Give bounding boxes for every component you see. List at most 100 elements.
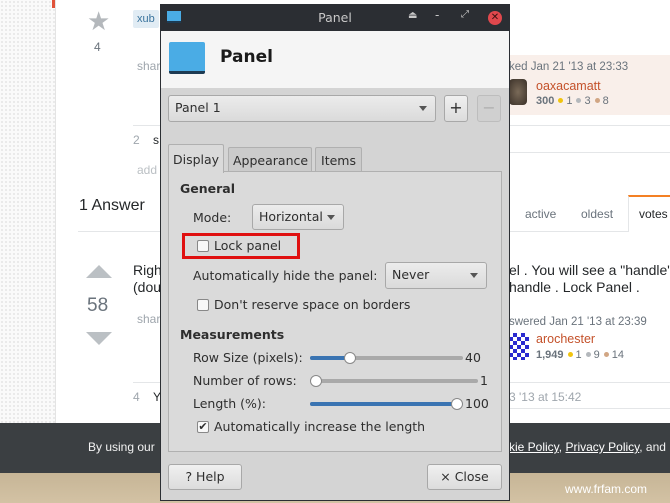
bronze-badges: 8 (602, 95, 609, 107)
divider (509, 231, 628, 232)
autohide-select[interactable]: Never (385, 262, 487, 289)
gold-badges: 1 (575, 349, 582, 361)
tag[interactable]: xub (133, 10, 159, 28)
dialog-header: Panel (161, 31, 509, 88)
auto-length-checkbox[interactable]: ✔ (197, 421, 209, 433)
help-button[interactable]: ? Help (168, 464, 242, 490)
divider (509, 152, 670, 153)
length-slider[interactable] (310, 398, 463, 410)
comment-text: s (153, 133, 159, 147)
answerer-avatar[interactable] (509, 333, 529, 360)
sort-tab-active[interactable]: active (525, 207, 556, 221)
autohide-label: Automatically hide the panel: (193, 268, 378, 283)
cookie-text: By using our (88, 440, 155, 454)
comment-votes: 2 (133, 133, 140, 147)
chevron-down-icon (470, 273, 478, 278)
divider (509, 125, 670, 126)
answer-text-left-1: Righ (133, 262, 162, 278)
divider (509, 408, 670, 409)
asked-card: ked Jan 21 '13 at 23:33 oaxacamatt 300 1 3… (509, 55, 670, 115)
cookie-tail: , and (639, 440, 666, 454)
sort-tab-label: votes (639, 207, 668, 221)
add-panel-button[interactable]: + (444, 95, 468, 122)
sort-tab-oldest[interactable]: oldest (581, 207, 613, 221)
answerer-reputation: 1,949 1 9 14 (536, 349, 624, 361)
silver-badges: 3 (584, 95, 591, 107)
answer-text-right-1: el . You will see a "handle" (509, 262, 670, 278)
chevron-down-icon (327, 215, 335, 220)
divider (78, 231, 160, 232)
rows-value: 1 (480, 373, 488, 388)
panel-icon (169, 42, 205, 74)
lock-panel-label[interactable]: Lock panel (214, 238, 281, 253)
chevron-down-icon (419, 106, 427, 111)
answer-text-left-2: (dou (133, 279, 162, 295)
mode-label: Mode: (193, 210, 232, 225)
rows-label: Number of rows: (193, 373, 297, 388)
shade-icon[interactable]: ⏏ (408, 10, 417, 21)
mode-select[interactable]: Horizontal (252, 204, 344, 230)
maximize-icon[interactable]: ⤢ (461, 9, 469, 20)
answer-text-right-2: handle . Lock Panel . (509, 279, 640, 295)
reserve-space-label[interactable]: Don't reserve space on borders (214, 297, 410, 312)
measurements-heading: Measurements (180, 327, 285, 342)
answerer-name[interactable]: arochester (536, 332, 595, 346)
tab-appearance[interactable]: Appearance (228, 147, 312, 172)
divider (133, 382, 163, 383)
watermark: www.frfam.com (565, 482, 648, 496)
cookie-policy-link[interactable]: kie Policy (509, 440, 559, 454)
length-label: Length (%): (193, 396, 266, 411)
panel-dialog: Panel ⏏ - ⤢ ✕ Panel Panel 1 + − Display … (160, 4, 510, 501)
tab-display[interactable]: Display (168, 144, 225, 173)
minimize-icon[interactable]: - (435, 8, 439, 22)
asker-avatar[interactable] (509, 79, 527, 105)
row-size-slider[interactable] (310, 352, 463, 364)
divider (509, 382, 670, 383)
downvote-icon[interactable] (86, 332, 112, 345)
cookie-links: kie Policy, Privacy Policy, and (509, 440, 666, 454)
slider-thumb[interactable] (310, 375, 322, 387)
panel-select[interactable]: Panel 1 (168, 95, 436, 122)
comment-votes: 4 (133, 390, 140, 404)
comment-time: 3 '13 at 15:42 (509, 390, 582, 404)
add-comment-link[interactable]: add (137, 163, 157, 177)
slider-thumb[interactable] (343, 352, 356, 364)
autohide-value: Never (392, 267, 430, 282)
rep: 300 (536, 95, 555, 107)
auto-length-label[interactable]: Automatically increase the length (214, 419, 425, 434)
close-button[interactable]: × Close (427, 464, 502, 490)
gutter-accent (52, 0, 55, 8)
answers-heading: 1 Answer (79, 197, 145, 214)
share-link[interactable]: shar (137, 59, 160, 73)
privacy-policy-link[interactable]: Privacy Policy (565, 440, 639, 454)
length-value: 100 (465, 396, 489, 411)
divider (133, 125, 163, 126)
vote-count: 58 (87, 295, 109, 316)
upvote-icon[interactable] (86, 265, 112, 278)
tab-items[interactable]: Items (315, 147, 362, 172)
slider-fill (310, 356, 347, 360)
close-window-icon[interactable]: ✕ (488, 11, 502, 25)
window-title: Panel (318, 10, 352, 25)
answered-time: swered Jan 21 '13 at 23:39 (509, 316, 647, 328)
reserve-space-checkbox[interactable] (197, 299, 209, 311)
page-gutter (0, 0, 56, 423)
slider-fill (310, 402, 463, 406)
remove-panel-button[interactable]: − (477, 95, 501, 122)
share-link[interactable]: shar (137, 312, 160, 326)
favorite-star-icon[interactable]: ★ (87, 6, 110, 37)
rep: 1,949 (536, 349, 564, 361)
panel-select-value: Panel 1 (175, 100, 221, 115)
gold-badges: 1 (566, 95, 573, 107)
lock-panel-checkbox[interactable] (197, 240, 209, 252)
asker-name[interactable]: oaxacamatt (536, 79, 601, 93)
rows-slider[interactable] (310, 375, 478, 387)
asker-reputation: 300 1 3 8 (536, 95, 609, 107)
title-bar[interactable]: Panel ⏏ - ⤢ ✕ (161, 5, 509, 31)
row-size-label: Row Size (pixels): (193, 350, 303, 365)
mode-value: Horizontal (259, 209, 323, 224)
bronze-badges: 14 (611, 349, 625, 361)
sort-tab-votes[interactable]: votes (628, 195, 670, 232)
row-size-value: 40 (465, 350, 481, 365)
slider-thumb[interactable] (451, 398, 463, 410)
